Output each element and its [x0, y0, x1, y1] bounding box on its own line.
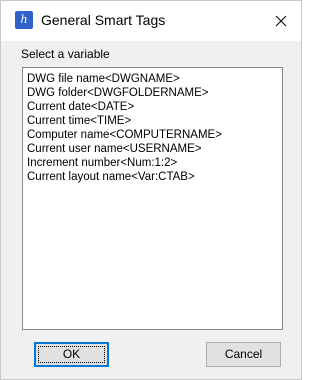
list-item[interactable]: DWG folder<DWGFOLDERNAME>: [27, 86, 282, 100]
cancel-button[interactable]: Cancel: [206, 342, 281, 367]
select-variable-label: Select a variable: [21, 47, 110, 61]
list-item[interactable]: Current user name<USERNAME>: [27, 142, 282, 156]
list-item[interactable]: Current layout name<Var:CTAB>: [27, 170, 282, 184]
close-button[interactable]: [267, 7, 295, 35]
list-item[interactable]: Current time<TIME>: [27, 114, 282, 128]
list-item[interactable]: DWG file name<DWGNAME>: [27, 72, 282, 86]
dialog-window: h General Smart Tags Select a variable D…: [0, 0, 302, 380]
close-icon: [275, 15, 287, 27]
app-logo-icon: h: [15, 11, 33, 29]
variable-list: DWG file name<DWGNAME> DWG folder<DWGFOLD…: [23, 68, 282, 184]
variable-listbox[interactable]: DWG file name<DWGNAME> DWG folder<DWGFOLD…: [22, 67, 283, 330]
list-item[interactable]: Computer name<COMPUTERNAME>: [27, 128, 282, 142]
title-bar[interactable]: h General Smart Tags: [1, 1, 301, 41]
focus-rectangle: [38, 346, 105, 363]
list-item[interactable]: Current date<DATE>: [27, 100, 282, 114]
list-item[interactable]: Increment number<Num:1:2>: [27, 156, 282, 170]
window-title: General Smart Tags: [41, 12, 166, 28]
cancel-button-label: Cancel: [224, 347, 263, 361]
ok-button[interactable]: OK: [34, 342, 109, 367]
